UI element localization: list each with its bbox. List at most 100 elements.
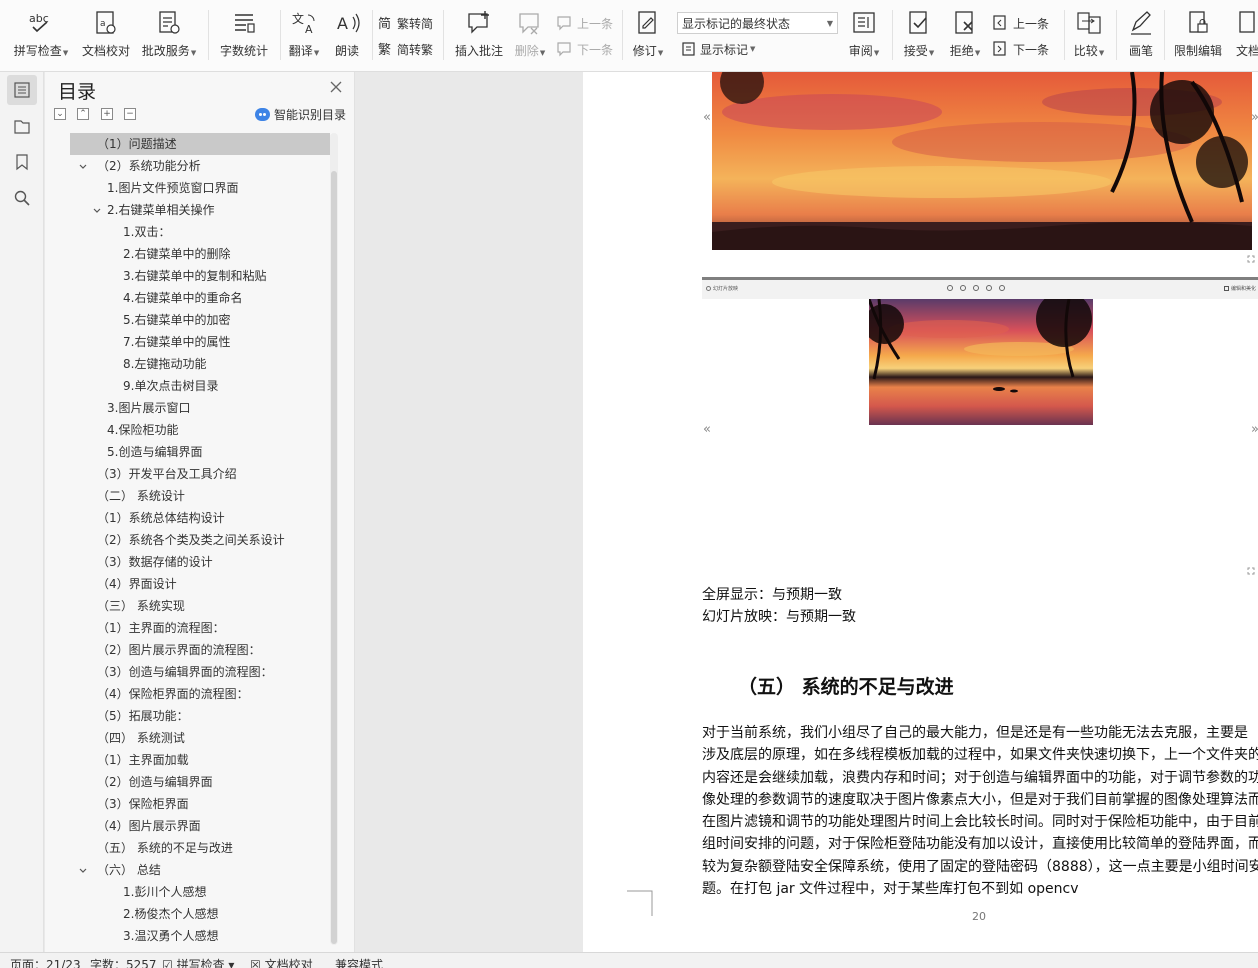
toc-item[interactable]: （1）主界面加载 bbox=[45, 749, 335, 771]
review-pane-button[interactable]: 审阅▼ bbox=[844, 8, 884, 66]
body-paragraph: 对于当前系统，我们小组尽了自己的最大能力，但是还是有一些功能无法去克服，主要是 … bbox=[702, 722, 1258, 900]
toc-item[interactable]: （4）图片展示界面 bbox=[45, 815, 335, 837]
spell-check-button[interactable]: abc 拼写检查▼ bbox=[8, 8, 74, 66]
toc-item[interactable]: （2）系统各个类及类之间关系设计 bbox=[45, 529, 335, 551]
collapse-all-icon[interactable]: ⌄ bbox=[54, 108, 66, 120]
toc-item-label: 2.杨俊杰个人感想 bbox=[123, 907, 219, 921]
rail-search-button[interactable] bbox=[7, 183, 37, 213]
toc-item[interactable]: 1.双击： bbox=[45, 221, 335, 243]
toc-item-label: 2.右键菜单中的删除 bbox=[123, 247, 231, 261]
toc-item-label: （3）创造与编辑界面的流程图： bbox=[97, 665, 273, 679]
svg-text:文: 文 bbox=[292, 11, 304, 26]
resize-handle-icon[interactable] bbox=[1247, 567, 1255, 575]
smart-toc-button[interactable]: 智能识别目录 bbox=[255, 106, 346, 123]
toc-item[interactable]: （1）问题描述 bbox=[70, 133, 330, 155]
toc-scrollbar-thumb[interactable] bbox=[331, 171, 337, 944]
prev-comment-icon bbox=[557, 16, 571, 31]
restrict-editing-button[interactable]: 限制编辑 bbox=[1170, 8, 1226, 66]
rail-toc-button[interactable] bbox=[7, 75, 37, 105]
show-markup-button[interactable]: 显示标记 ▼ bbox=[681, 38, 755, 60]
toc-item[interactable]: 9.单次点击树目录 bbox=[45, 375, 335, 397]
toc-item[interactable]: 7.右键菜单中的属性 bbox=[45, 331, 335, 353]
toc-item[interactable]: 3.温汉勇个人感想 bbox=[45, 925, 335, 945]
read-aloud-button[interactable]: A 朗读 bbox=[328, 8, 366, 66]
toc-item[interactable]: （三） 系统实现 bbox=[45, 595, 335, 617]
paragraph-line: 在图片滤镜和调节的功能处理图片时间上会比较长时间。同时对于保险柜功能中，由于目前… bbox=[702, 814, 1258, 831]
toc-item[interactable]: （2）图片展示界面的流程图： bbox=[45, 639, 335, 661]
revision-service-button[interactable]: 批改服务▼ bbox=[138, 8, 200, 66]
reject-button[interactable]: 拒绝▼ bbox=[944, 8, 986, 66]
slideshow-next-arrow[interactable]: » bbox=[1251, 422, 1258, 437]
translate-button[interactable]: 文A 翻译▼ bbox=[284, 8, 324, 66]
toc-item[interactable]: （四） 系统测试 bbox=[45, 727, 335, 749]
compare-button[interactable]: 比较▼ bbox=[1068, 8, 1110, 66]
slideshow-prev-arrow[interactable]: « bbox=[703, 422, 711, 437]
rail-bookmark-button[interactable] bbox=[7, 147, 37, 177]
toc-item[interactable]: （1）主界面的流程图： bbox=[45, 617, 335, 639]
toc-item[interactable]: （2）系统功能分析 bbox=[45, 155, 335, 177]
add-heading-icon[interactable]: + bbox=[101, 108, 113, 120]
rail-chapter-button[interactable] bbox=[7, 111, 37, 141]
image-next-arrow[interactable]: » bbox=[1251, 110, 1258, 125]
ribbon-separator bbox=[1116, 10, 1117, 60]
paragraph-line: 较为复杂额登陆安全保障系统，使用了固定的登陆密码（8888），这一点主要是小组时… bbox=[702, 858, 1258, 875]
toc-item[interactable]: 4.右键菜单中的重命名 bbox=[45, 287, 335, 309]
toc-item[interactable]: （5）拓展功能： bbox=[45, 705, 335, 727]
image-prev-arrow[interactable]: « bbox=[703, 110, 711, 125]
simp-to-trad-button[interactable]: 繁 简转繁 bbox=[378, 38, 433, 60]
trad-to-simp-button[interactable]: 简 繁转简 bbox=[378, 12, 433, 34]
prev-change-button[interactable]: 上一条 bbox=[992, 12, 1049, 34]
next-change-button[interactable]: 下一条 bbox=[992, 38, 1049, 60]
toc-item[interactable]: 2.右键菜单相关操作 bbox=[45, 199, 335, 221]
chevron-down-icon[interactable] bbox=[93, 207, 101, 215]
toc-item[interactable]: 5.创造与编辑界面 bbox=[45, 441, 335, 463]
toc-item[interactable]: 4.保险柜功能 bbox=[45, 419, 335, 441]
toc-item-label: （五） 系统的不足与改进 bbox=[97, 841, 233, 855]
toc-item[interactable]: 5.右键菜单中的加密 bbox=[45, 309, 335, 331]
toc-item[interactable]: （二） 系统设计 bbox=[45, 485, 335, 507]
toc-item[interactable]: （4）保险柜界面的流程图： bbox=[45, 683, 335, 705]
toc-item-label: 1.彭川个人感想 bbox=[123, 885, 207, 899]
next-comment-button[interactable]: 下一条 bbox=[556, 38, 613, 60]
insert-comment-button[interactable]: 插入批注 bbox=[450, 8, 508, 66]
toc-item[interactable]: （3）创造与编辑界面的流程图： bbox=[45, 661, 335, 683]
page-indicator[interactable]: 页面：21/23 bbox=[10, 956, 81, 968]
pen-button[interactable]: 画笔 bbox=[1122, 8, 1160, 66]
toc-item[interactable]: （3）开发平台及工具介绍 bbox=[45, 463, 335, 485]
toc-item[interactable]: 2.右键菜单中的删除 bbox=[45, 243, 335, 265]
toc-item[interactable]: （3）保险柜界面 bbox=[45, 793, 335, 815]
chevron-down-icon[interactable] bbox=[79, 867, 87, 875]
prev-comment-button[interactable]: 上一条 bbox=[556, 12, 613, 34]
close-icon[interactable] bbox=[329, 80, 343, 94]
toc-icon bbox=[14, 82, 30, 98]
document-permissions-button[interactable]: 文档 bbox=[1228, 8, 1258, 66]
doc-proofread-button[interactable]: a 文档校对 bbox=[78, 8, 134, 66]
toc-item[interactable]: 8.左键拖动功能 bbox=[45, 353, 335, 375]
remove-heading-icon[interactable]: − bbox=[124, 108, 136, 120]
toc-item[interactable]: （五） 系统的不足与改进 bbox=[45, 837, 335, 859]
track-changes-button[interactable]: 修订▼ bbox=[628, 8, 668, 66]
pen-icon bbox=[1126, 8, 1156, 38]
toc-item[interactable]: （1）系统总体结构设计 bbox=[45, 507, 335, 529]
delete-comment-button[interactable]: 删除▼ bbox=[510, 8, 550, 66]
toc-item[interactable]: 3.右键菜单中的复制和粘贴 bbox=[45, 265, 335, 287]
resize-handle-icon[interactable] bbox=[1247, 255, 1255, 263]
toc-item[interactable]: （4）界面设计 bbox=[45, 573, 335, 595]
word-count-indicator[interactable]: 字数：5257 bbox=[90, 956, 157, 968]
toc-item-label: （四） 系统测试 bbox=[97, 731, 185, 745]
chevron-down-icon[interactable] bbox=[79, 163, 87, 171]
toc-item[interactable]: （3）数据存储的设计 bbox=[45, 551, 335, 573]
spell-check-status[interactable]: ☑ 拼写检查 ▾ bbox=[162, 956, 234, 968]
toc-item[interactable]: 1.彭川个人感想 bbox=[45, 881, 335, 903]
accept-button[interactable]: 接受▼ bbox=[898, 8, 940, 66]
doc-proofread-status[interactable]: ☒ 文档校对 bbox=[250, 956, 313, 968]
toc-item-label: 3.图片展示窗口 bbox=[107, 401, 191, 415]
word-count-button[interactable]: 字数统计 bbox=[216, 8, 272, 66]
toc-item[interactable]: （六） 总结 bbox=[45, 859, 335, 881]
expand-up-icon[interactable]: ⌃ bbox=[77, 108, 89, 120]
markup-state-select[interactable]: 显示标记的最终状态 ▼ bbox=[677, 12, 838, 34]
toc-item[interactable]: 2.杨俊杰个人感想 bbox=[45, 903, 335, 925]
toc-item[interactable]: 1.图片文件预览窗口界面 bbox=[45, 177, 335, 199]
toc-item[interactable]: （2）创造与编辑界面 bbox=[45, 771, 335, 793]
toc-item[interactable]: 3.图片展示窗口 bbox=[45, 397, 335, 419]
